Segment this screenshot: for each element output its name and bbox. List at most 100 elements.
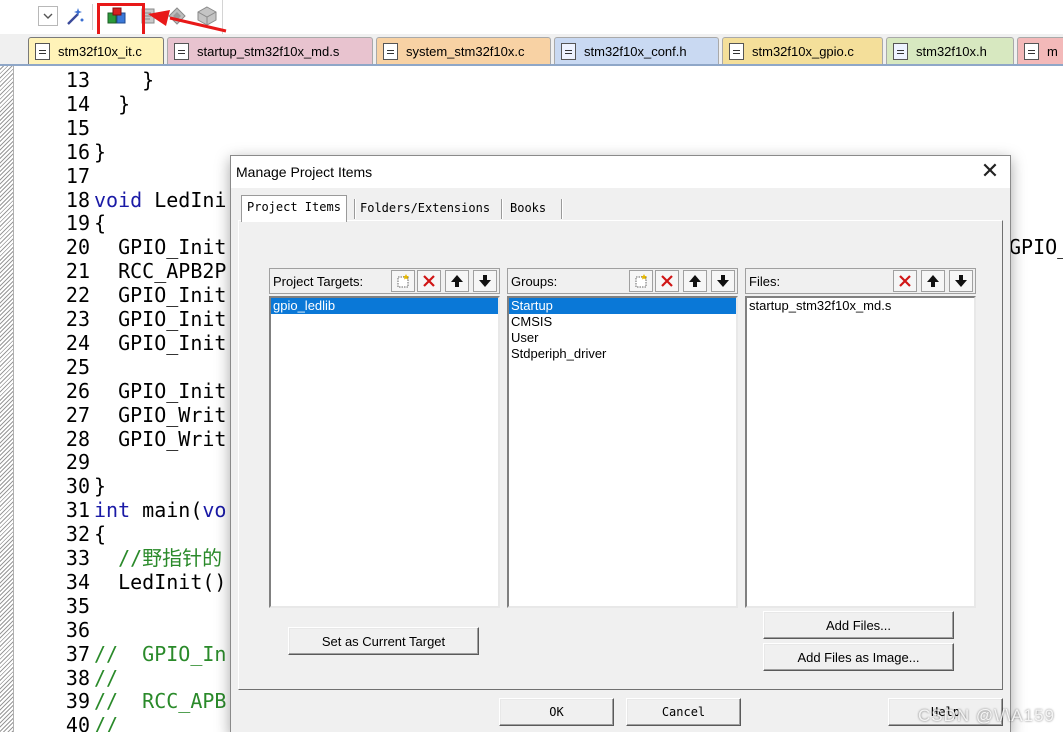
close-icon[interactable]: ✕ [976,158,1004,186]
add-files-button[interactable]: Add Files... [763,611,954,639]
tab-stm32f10x-h[interactable]: stm32f10x.h [886,37,1014,65]
new-item-icon [635,274,647,288]
new-target-button[interactable] [391,270,415,292]
delete-group-button[interactable] [655,270,679,292]
code-text: GPIO_Init [94,283,226,307]
tab-books[interactable]: Books [505,197,551,221]
code-token: GPIO_Init [94,378,227,403]
code-text: GPIO_Init [94,331,226,355]
project-targets-header: Project Targets: [269,268,500,294]
code-text: { [94,522,106,546]
list-item[interactable]: gpio_ledlib [271,298,498,314]
code-line: 15 [14,116,1063,140]
list-item[interactable]: Startup [509,298,736,314]
files-list[interactable]: startup_stm32f10x_md.s [745,296,976,608]
arrow-down-icon [479,275,491,287]
file-icon [35,43,50,60]
code-text: } [94,474,106,498]
new-group-button[interactable] [629,270,653,292]
arrow-up-icon [927,275,939,287]
arrow-up-icon [689,275,701,287]
groups-label: Groups: [511,274,558,289]
file-icon [1024,43,1039,60]
groups-header: Groups: [507,268,738,294]
move-group-up-button[interactable] [683,270,707,292]
tab-stm32f10x-gpio-c[interactable]: stm32f10x_gpio.c [722,37,883,65]
code-token: GPIO_Writ [94,402,227,427]
tab-startup-stm32f10x-md-s[interactable]: startup_stm32f10x_md.s [167,37,373,65]
project-items-panel: Project Targets: gpio_ledlib Groups: Sta… [238,220,1003,690]
cancel-button[interactable]: Cancel [626,698,741,726]
magic-wand-icon[interactable] [64,5,86,27]
move-target-down-button[interactable] [473,270,497,292]
toolbar-separator [92,4,93,30]
code-line: 13 } [14,68,1063,92]
delete-file-button[interactable] [893,270,917,292]
ok-button[interactable]: OK [499,698,614,726]
line-number: 38 [65,665,90,690]
dropdown-icon[interactable] [38,6,58,26]
tab-separator [561,199,563,219]
move-group-down-button[interactable] [711,270,735,292]
project-targets-label: Project Targets: [273,274,364,289]
code-token: RCC_APB2P [94,259,227,284]
delete-icon [899,275,911,287]
move-file-up-button[interactable] [921,270,945,292]
delete-target-button[interactable] [417,270,441,292]
code-line: 14 } [14,92,1063,116]
tab-folders-extensions[interactable]: Folders/Extensions [355,197,495,221]
code-token: } [94,474,107,499]
code-text: GPIO_Writ [94,427,226,451]
set-current-target-button[interactable]: Set as Current Target [288,627,479,655]
list-item[interactable]: CMSIS [509,314,736,330]
line-number: 15 [65,115,90,140]
tab-stm32f10x-conf-h[interactable]: stm32f10x_conf.h [554,37,719,65]
new-item-icon [397,274,409,288]
code-token: LedInit() [94,569,227,594]
annotation-arrow-icon [148,10,227,33]
code-text: } [94,92,130,116]
code-token: main( [130,498,203,523]
tab-label: m [1047,44,1058,59]
tab-system-stm32f10x-c[interactable]: system_stm32f10x.c [376,37,551,65]
file-icon [561,43,576,60]
add-files-as-image-button[interactable]: Add Files as Image... [763,643,954,671]
move-file-down-button[interactable] [949,270,973,292]
line-number: 20 [65,235,90,260]
code-text: } [94,140,106,164]
editor-tab-bar: stm32f10x_it.c startup_stm32f10x_md.s syst… [0,34,1063,65]
arrow-up-icon [451,275,463,287]
tab-label: stm32f10x.h [916,44,987,59]
line-number: 33 [65,546,90,570]
groups-list[interactable]: Startup CMSIS User Stdperiph_driver [507,296,738,608]
files-header: Files: [745,268,976,294]
code-text: GPIO_Init [94,307,226,331]
watermark: CSDN @\/\A159 [917,706,1055,725]
tab-project-items[interactable]: Project Items [241,195,347,222]
tab-stm32f10x-it-c[interactable]: stm32f10x_it.c [28,37,164,65]
list-item[interactable]: User [509,330,736,346]
delete-icon [661,275,673,287]
list-item[interactable]: Stdperiph_driver [509,346,736,362]
comment: // RCC_APB [94,689,227,714]
code-text: GPIO_Init [94,235,226,259]
dialog-title-bar: Manage Project Items ✕ [231,156,1010,188]
code-token: GPIO_Init [94,307,227,331]
manage-project-items-dialog: Manage Project Items ✕ Project Items Fol… [230,155,1011,732]
project-targets-list[interactable]: gpio_ledlib [269,296,500,608]
tab-label: stm32f10x_conf.h [584,44,687,59]
code-token: GPIO_Writ [94,426,227,451]
code-text: // [94,666,118,690]
list-item[interactable]: startup_stm32f10x_md.s [747,298,974,314]
code-token: } [94,68,155,92]
toolbar [0,0,1063,43]
delete-icon [423,275,435,287]
line-number: 29 [65,450,90,475]
tab-m[interactable]: m [1017,37,1063,65]
code-text: GPIO_Writ [94,403,226,427]
line-number: 24 [65,330,90,355]
move-target-up-button[interactable] [445,270,469,292]
code-token: } [94,91,131,116]
line-number: 31 [65,498,90,523]
code-text: // [94,713,118,732]
